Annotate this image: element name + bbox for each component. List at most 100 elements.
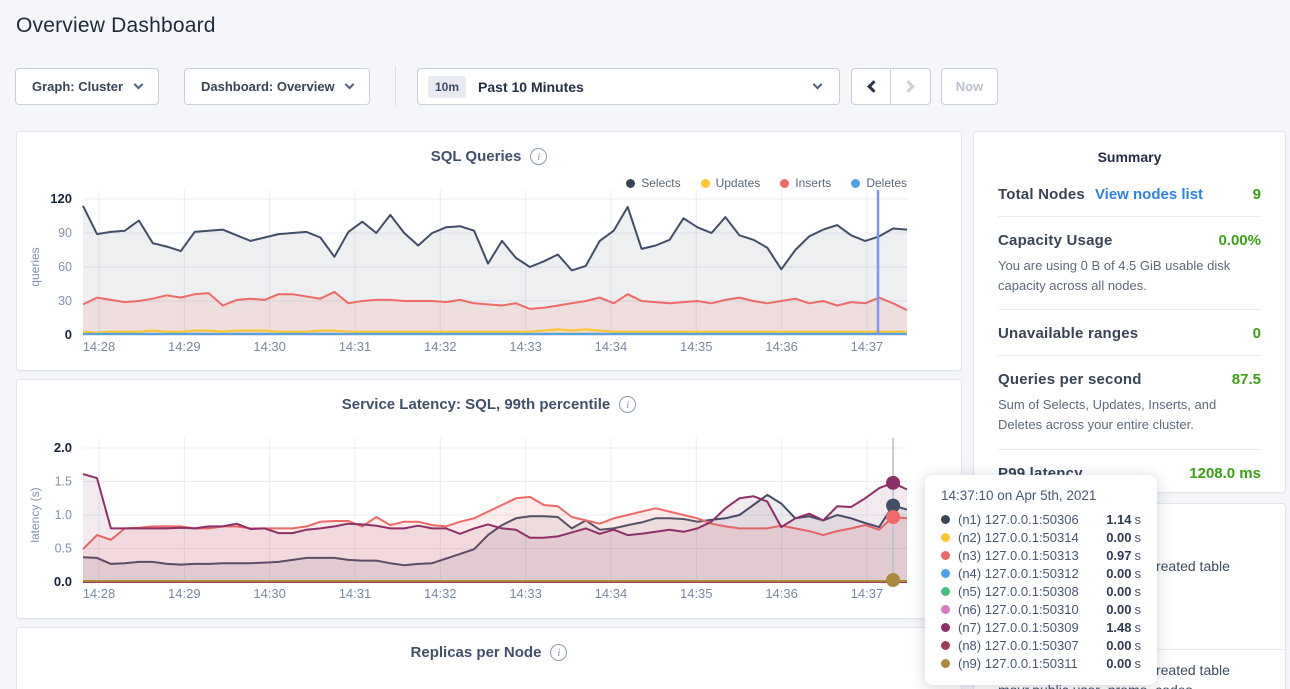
svg-text:1.0: 1.0 bbox=[55, 508, 72, 522]
time-range-badge: 10m bbox=[428, 76, 466, 98]
svg-text:14:31: 14:31 bbox=[339, 339, 372, 354]
node-address: (n7) 127.0.0.1:50309 bbox=[958, 620, 1079, 635]
svg-text:14:33: 14:33 bbox=[509, 339, 542, 354]
unavailable-ranges-value: 0 bbox=[1253, 325, 1261, 342]
legend-dot bbox=[701, 179, 710, 188]
legend-item-inserts[interactable]: Inserts bbox=[780, 176, 831, 190]
summary-row-capacity: Capacity Usage 0.00% You are using 0 B o… bbox=[998, 217, 1261, 310]
svg-text:0.5: 0.5 bbox=[55, 542, 72, 556]
node-address: (n3) 127.0.0.1:50313 bbox=[958, 548, 1079, 563]
chart-legend: Selects Updates Inserts Deletes bbox=[626, 176, 907, 190]
total-nodes-label: Total Nodes bbox=[998, 186, 1085, 203]
node-address: (n1) 127.0.0.1:50306 bbox=[958, 512, 1079, 527]
unavailable-ranges-label: Unavailable ranges bbox=[998, 325, 1138, 342]
legend-dot bbox=[626, 179, 635, 188]
svg-text:14:32: 14:32 bbox=[424, 339, 457, 354]
total-nodes-value: 9 bbox=[1253, 186, 1261, 203]
chart-title: Replicas per Node bbox=[411, 644, 542, 661]
dashboard-dropdown[interactable]: Dashboard: Overview bbox=[184, 68, 370, 105]
svg-text:120: 120 bbox=[50, 191, 72, 206]
sql-queries-chart[interactable]: 14:2814:2914:3014:3114:3214:3314:3414:35… bbox=[17, 132, 963, 372]
legend-dot bbox=[851, 179, 860, 188]
svg-text:14:28: 14:28 bbox=[83, 586, 116, 601]
page-title: Overview Dashboard bbox=[16, 14, 216, 38]
node-latency-value: 1.48s bbox=[1106, 620, 1141, 635]
now-button[interactable]: Now bbox=[941, 68, 998, 105]
node-address: (n2) 127.0.0.1:50314 bbox=[958, 530, 1079, 545]
legend-item-deletes[interactable]: Deletes bbox=[851, 176, 907, 190]
legend-item-selects[interactable]: Selects bbox=[626, 176, 680, 190]
svg-text:90: 90 bbox=[58, 226, 72, 240]
summary-row-qps: Queries per second 87.5 Sum of Selects, … bbox=[998, 356, 1261, 449]
info-icon[interactable]: i bbox=[619, 396, 636, 413]
capacity-label: Capacity Usage bbox=[998, 232, 1113, 249]
node-address: (n6) 127.0.0.1:50310 bbox=[958, 602, 1079, 617]
tooltip-node-row: (n6) 127.0.0.1:503100.00s bbox=[941, 600, 1141, 618]
svg-text:60: 60 bbox=[58, 260, 72, 274]
time-range-label: Past 10 Minutes bbox=[478, 79, 584, 95]
capacity-desc: You are using 0 B of 4.5 GiB usable disk… bbox=[998, 256, 1261, 296]
node-color-dot bbox=[941, 587, 950, 596]
info-icon[interactable]: i bbox=[550, 644, 567, 661]
svg-text:1.5: 1.5 bbox=[55, 475, 72, 489]
svg-text:14:28: 14:28 bbox=[83, 339, 116, 354]
node-address: (n8) 127.0.0.1:50307 bbox=[958, 638, 1079, 653]
node-latency-value: 0.00s bbox=[1106, 566, 1141, 581]
node-color-dot bbox=[941, 515, 950, 524]
latency-hover-tooltip: 14:37:10 on Apr 5th, 2021 (n1) 127.0.0.1… bbox=[925, 475, 1157, 685]
qps-desc: Sum of Selects, Updates, Inserts, and De… bbox=[998, 395, 1261, 435]
chart-title: SQL Queries bbox=[431, 148, 522, 165]
node-address: (n4) 127.0.0.1:50312 bbox=[958, 566, 1079, 581]
legend-item-updates[interactable]: Updates bbox=[701, 176, 761, 190]
svg-text:14:29: 14:29 bbox=[168, 339, 201, 354]
svg-text:14:29: 14:29 bbox=[168, 586, 201, 601]
tooltip-timestamp: 14:37:10 on Apr 5th, 2021 bbox=[941, 488, 1141, 503]
dashboard-label: Dashboard: Overview bbox=[201, 79, 335, 94]
legend-dot bbox=[780, 179, 789, 188]
svg-text:14:35: 14:35 bbox=[680, 586, 713, 601]
graph-scope-label: Graph: Cluster bbox=[32, 79, 123, 94]
toolbar-divider bbox=[395, 66, 396, 107]
svg-text:14:30: 14:30 bbox=[253, 339, 286, 354]
svg-text:14:32: 14:32 bbox=[424, 586, 457, 601]
view-nodes-list-link[interactable]: View nodes list bbox=[1095, 186, 1203, 203]
chevron-right-icon bbox=[902, 80, 915, 93]
node-color-dot bbox=[941, 533, 950, 542]
tooltip-node-row: (n5) 127.0.0.1:503080.00s bbox=[941, 582, 1141, 600]
tooltip-node-row: (n9) 127.0.0.1:50311 0.00s bbox=[941, 654, 1141, 672]
node-latency-value: 0.00s bbox=[1106, 530, 1141, 545]
service-latency-chart[interactable]: 14:28 14:29 14:30 14:31 14:32 14:33 14:34 14:35… bbox=[17, 380, 963, 620]
time-range-dropdown[interactable]: 10m Past 10 Minutes bbox=[417, 68, 840, 105]
node-color-dot bbox=[941, 641, 950, 650]
svg-text:2.0: 2.0 bbox=[54, 440, 72, 455]
node-latency-value: 0.00s bbox=[1106, 584, 1141, 599]
summary-row-total-nodes: Total Nodes View nodes list 9 bbox=[998, 171, 1261, 217]
svg-text:14:33: 14:33 bbox=[509, 586, 542, 601]
time-next-button[interactable] bbox=[891, 68, 931, 105]
chevron-down-icon bbox=[134, 80, 144, 90]
svg-text:14:30: 14:30 bbox=[253, 586, 286, 601]
svg-text:14:37: 14:37 bbox=[851, 586, 884, 601]
node-color-dot bbox=[941, 551, 950, 560]
node-latency-value: 0.97s bbox=[1106, 548, 1141, 563]
node-latency-value: 0.00s bbox=[1106, 656, 1141, 671]
node-color-dot bbox=[941, 605, 950, 614]
chart-title: Service Latency: SQL, 99th percentile bbox=[342, 396, 610, 413]
replicas-panel: Replicas per Node i bbox=[16, 627, 962, 689]
time-prev-button[interactable] bbox=[851, 68, 891, 105]
chevron-down-icon bbox=[813, 80, 823, 90]
node-color-dot bbox=[941, 659, 950, 668]
svg-text:0.0: 0.0 bbox=[54, 574, 72, 589]
graph-scope-dropdown[interactable]: Graph: Cluster bbox=[15, 68, 159, 105]
svg-text:14:31: 14:31 bbox=[339, 586, 372, 601]
svg-text:14:34: 14:34 bbox=[595, 586, 628, 601]
chevron-down-icon bbox=[345, 80, 355, 90]
summary-panel: Summary Total Nodes View nodes list 9 Ca… bbox=[973, 131, 1286, 493]
svg-text:14:36: 14:36 bbox=[765, 339, 798, 354]
svg-text:queries: queries bbox=[28, 247, 42, 286]
summary-title: Summary bbox=[974, 132, 1285, 171]
node-address: (n9) 127.0.0.1:50311 bbox=[958, 656, 1078, 671]
node-color-dot bbox=[941, 623, 950, 632]
info-icon[interactable]: i bbox=[530, 148, 547, 165]
p99-latency-value: 1208.0 ms bbox=[1189, 465, 1261, 482]
